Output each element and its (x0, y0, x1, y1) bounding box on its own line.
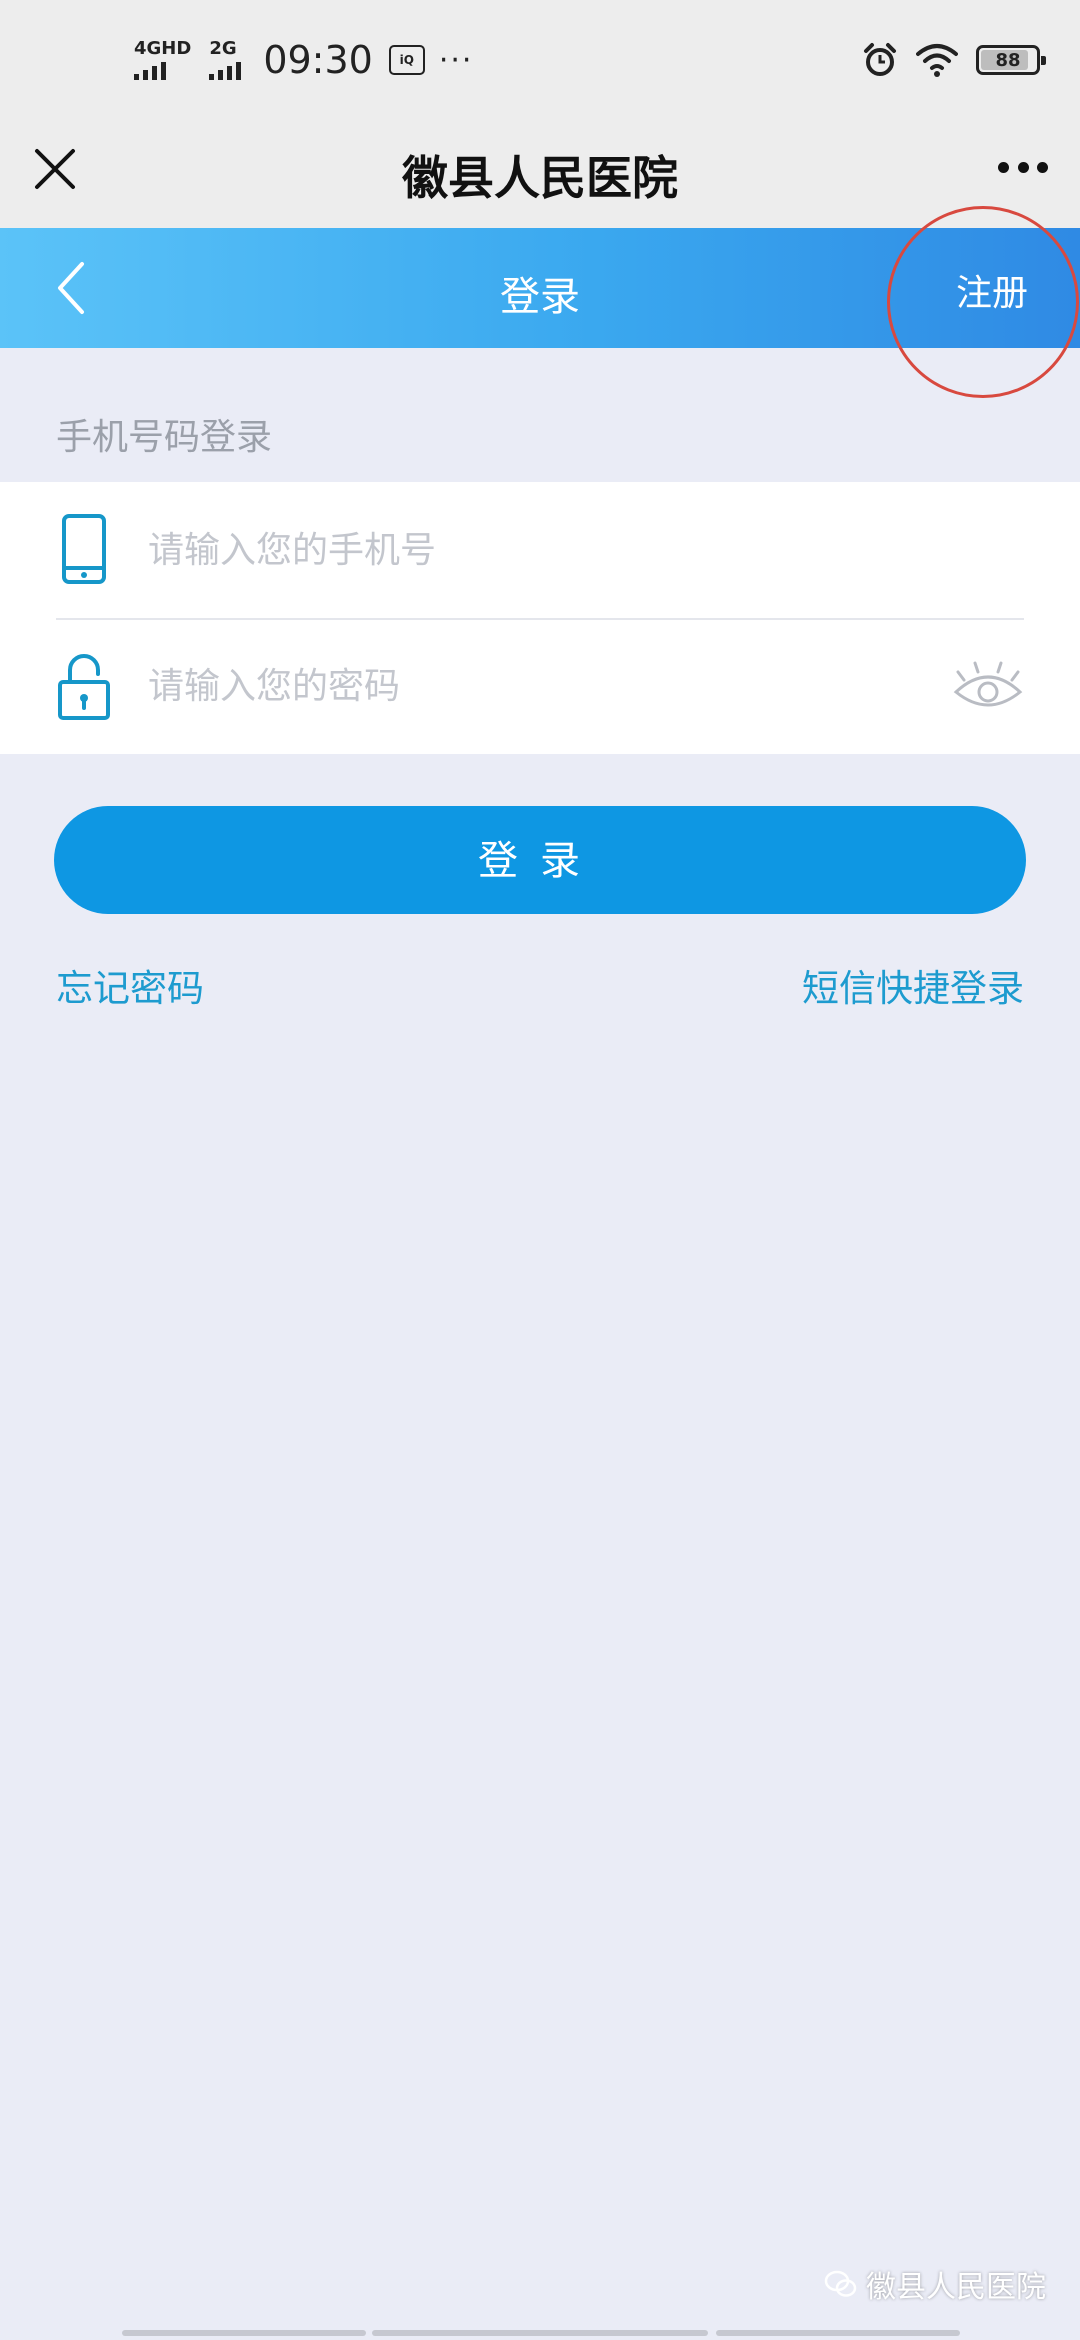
status-bar-left: 4GHD 2G 09:30 iQ ··· (134, 30, 473, 90)
page-title: 徽县人民医院 (402, 151, 678, 205)
watermark-text: 徽县人民医院 (866, 2270, 1046, 2305)
more-dots-icon[interactable] (998, 162, 1048, 176)
password-input[interactable] (148, 656, 868, 716)
battery-level: 88 (995, 49, 1021, 71)
phone-field (56, 482, 1024, 620)
sms-login-link[interactable]: 短信快捷登录 (802, 958, 1024, 1012)
battery-indicator: 88 (976, 45, 1046, 75)
status-bar-right: 88 (862, 34, 1046, 86)
alarm-icon (864, 43, 896, 76)
login-button[interactable]: 登录 (54, 806, 1026, 914)
login-form (0, 482, 1080, 754)
iqiyi-app-icon: iQ (388, 45, 425, 75)
signal-2: 2G (209, 38, 242, 80)
password-field (56, 618, 1024, 754)
signal-1: 4GHD (134, 40, 191, 80)
home-indicator-middle (372, 2330, 708, 2336)
wifi-icon (916, 44, 958, 77)
signal-1-bars-icon (134, 60, 166, 80)
forgot-password-link[interactable]: 忘记密码 (56, 958, 204, 1012)
annotation-circle (887, 206, 1079, 398)
phone-input[interactable] (148, 520, 868, 580)
signal-2-label: 2G (209, 38, 237, 59)
status-time: 09:30 (263, 38, 373, 82)
wechat-icon (824, 2270, 857, 2297)
eye-icon[interactable] (952, 658, 1024, 712)
status-more: ··· (438, 42, 474, 78)
status-bar: 4GHD 2G 09:30 iQ ··· 88 (0, 0, 1080, 118)
signal-2-bars-icon (209, 60, 242, 80)
watermark: 徽县人民医院 (824, 2262, 1046, 2306)
title-bar: 徽县人民医院 (0, 118, 1080, 228)
home-indicator-left (122, 2330, 366, 2336)
phone-icon (62, 514, 106, 584)
signal-1-label: 4GHD (134, 38, 192, 59)
home-indicator-right (716, 2330, 960, 2336)
lock-icon (58, 654, 110, 720)
section-label: 手机号码登录 (56, 417, 273, 458)
